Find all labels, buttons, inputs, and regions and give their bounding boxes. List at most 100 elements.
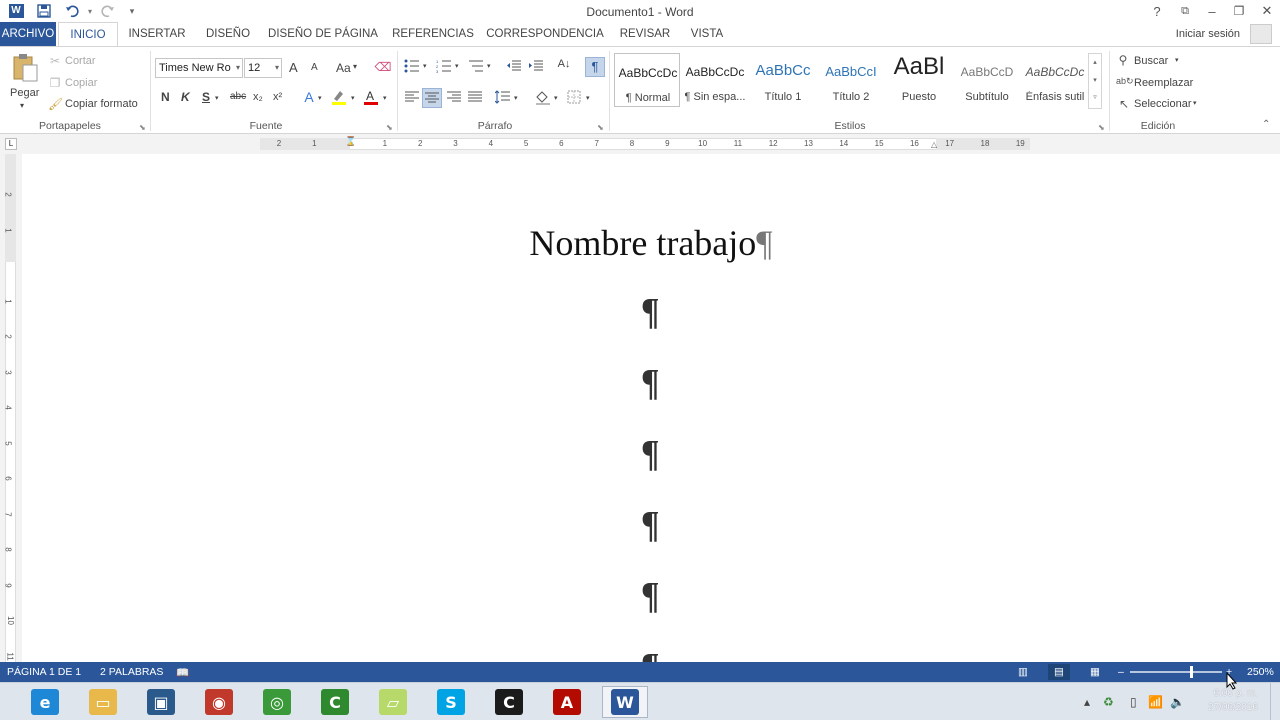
cut-button[interactable]: Cortar: [65, 55, 96, 67]
tab-insertar[interactable]: INSERTAR: [124, 22, 190, 46]
superscript-button[interactable]: x²: [273, 91, 282, 103]
multilevel-list-icon[interactable]: [468, 59, 484, 76]
tab-selector[interactable]: L: [5, 138, 17, 150]
sort-icon[interactable]: A↓: [556, 58, 572, 70]
align-right-icon[interactable]: [446, 91, 462, 106]
tab-diseno-de-pagina[interactable]: DISEÑO DE PÁGINA: [266, 22, 380, 46]
italic-button[interactable]: K: [181, 90, 190, 104]
read-mode-icon[interactable]: ▥: [1018, 666, 1028, 678]
style-subtitulo[interactable]: AaBbCcD Subtítulo: [954, 53, 1020, 107]
font-color-icon[interactable]: A: [362, 88, 380, 109]
find-button[interactable]: Buscar: [1134, 55, 1168, 67]
strikethrough-button[interactable]: abc: [230, 91, 246, 102]
taskbar-app-desktop-app[interactable]: ▣: [138, 686, 184, 718]
chevron-up-icon[interactable]: ▴: [1089, 54, 1101, 72]
font-size-combo[interactable]: 12 ▾: [244, 58, 282, 78]
styles-launcher-icon[interactable]: ⬊: [1098, 123, 1105, 132]
chevron-down-icon[interactable]: ▾: [1175, 56, 1179, 64]
bold-button[interactable]: N: [161, 90, 170, 104]
format-painter-button[interactable]: Copiar formato: [65, 98, 138, 110]
style-titulo-2[interactable]: AaBbCcI Título 2: [818, 53, 884, 107]
subscript-button[interactable]: x₂: [253, 91, 263, 103]
show-desktop-button[interactable]: [1270, 683, 1280, 720]
grow-font-button[interactable]: A: [289, 60, 298, 75]
chevron-down-icon[interactable]: ▾: [1193, 99, 1197, 107]
style-puesto[interactable]: AaBl Puesto: [886, 53, 952, 107]
text-effects-icon[interactable]: A: [300, 89, 318, 105]
clear-format-icon[interactable]: ⌫: [374, 60, 392, 74]
close-button[interactable]: ✕: [1254, 0, 1280, 22]
web-layout-icon[interactable]: ▦: [1090, 666, 1100, 678]
style-titulo-1[interactable]: AaBbCc Título 1: [750, 53, 816, 107]
chevron-down-icon[interactable]: ▾: [554, 94, 558, 102]
paragraph-mark[interactable]: ¶: [641, 290, 659, 334]
paste-dropdown-icon[interactable]: ▾: [20, 101, 24, 110]
paste-icon[interactable]: [10, 53, 40, 83]
taskbar-app-file-explorer[interactable]: ▭: [80, 686, 126, 718]
select-button[interactable]: Seleccionar: [1134, 98, 1191, 110]
numbering-icon[interactable]: 123: [436, 59, 452, 76]
paragraph-launcher-icon[interactable]: ⬊: [597, 123, 604, 132]
style-enfasis-sutil[interactable]: AaBbCcDc Énfasis sutil: [1022, 53, 1088, 107]
tab-archivo[interactable]: ARCHIVO: [0, 22, 56, 46]
paragraph-mark[interactable]: ¶: [641, 432, 659, 476]
borders-icon[interactable]: [566, 90, 582, 107]
chevron-down-icon[interactable]: ▾: [423, 62, 427, 70]
ribbon-display-options-icon[interactable]: ⧉: [1172, 0, 1198, 22]
more-icon[interactable]: ▿: [1089, 90, 1101, 106]
show-marks-button[interactable]: ¶: [585, 57, 605, 77]
decrease-indent-icon[interactable]: [506, 59, 522, 76]
chevron-down-icon[interactable]: ▾: [455, 62, 459, 70]
highlight-icon[interactable]: [330, 88, 348, 109]
signin-link[interactable]: Iniciar sesión: [1176, 28, 1240, 40]
document-canvas[interactable]: Nombre trabajo¶ ¶ ¶ ¶ ¶ ¶ ¶: [22, 154, 1280, 662]
first-line-indent-marker[interactable]: ⌛: [345, 136, 356, 147]
font-launcher-icon[interactable]: ⬊: [386, 123, 393, 132]
replace-button[interactable]: Reemplazar: [1134, 77, 1193, 89]
zoom-level[interactable]: 250%: [1247, 666, 1274, 678]
right-indent-marker[interactable]: △: [931, 140, 937, 149]
tab-diseno[interactable]: DISEÑO: [198, 22, 258, 46]
taskbar-app-skype[interactable]: S: [428, 686, 474, 718]
proofing-icon[interactable]: 📖: [176, 666, 189, 679]
tray-sync-icon[interactable]: ♻: [1103, 695, 1114, 709]
battery-icon[interactable]: ▯: [1130, 695, 1137, 709]
zoom-slider[interactable]: [1130, 671, 1222, 673]
taskbar-app-camtasia[interactable]: C: [312, 686, 358, 718]
restore-button[interactable]: ❐: [1226, 0, 1252, 22]
tab-referencias[interactable]: REFERENCIAS: [390, 22, 476, 46]
chevron-down-icon[interactable]: ▾: [351, 94, 355, 102]
document-heading[interactable]: Nombre trabajo¶: [22, 222, 1280, 264]
collapse-ribbon-icon[interactable]: ⌃: [1262, 119, 1270, 130]
line-spacing-icon[interactable]: [494, 90, 511, 107]
zoom-out-button[interactable]: –: [1118, 666, 1124, 678]
chevron-down-icon[interactable]: ▾: [318, 94, 322, 102]
tab-vista[interactable]: VISTA: [684, 22, 730, 46]
taskbar-app-camtasia-recorder[interactable]: C: [486, 686, 532, 718]
shrink-font-button[interactable]: A: [311, 62, 318, 73]
paragraph-mark[interactable]: ¶: [641, 503, 659, 547]
taskbar-app-internet-explorer[interactable]: e: [22, 686, 68, 718]
word-count[interactable]: 2 PALABRAS: [100, 666, 163, 678]
paragraph-mark[interactable]: ¶: [641, 645, 659, 662]
change-case-button[interactable]: Aa: [336, 61, 351, 75]
bullets-icon[interactable]: [404, 59, 420, 76]
font-name-combo[interactable]: Times New Ro ▾: [155, 58, 243, 78]
styles-gallery-scroll[interactable]: ▴ ▾ ▿: [1088, 53, 1102, 109]
network-icon[interactable]: 📶: [1148, 695, 1163, 709]
chevron-down-icon[interactable]: ▾: [215, 94, 219, 102]
justify-icon[interactable]: [467, 91, 483, 106]
tab-inicio[interactable]: INICIO: [58, 22, 118, 47]
style-sin-espaciado[interactable]: AaBbCcDc ¶ Sin espa...: [682, 53, 748, 107]
minimize-button[interactable]: –: [1199, 0, 1225, 22]
taskbar-app-chrome[interactable]: ◎: [254, 686, 300, 718]
align-left-icon[interactable]: [404, 91, 420, 106]
copy-button[interactable]: Copiar: [65, 77, 97, 89]
underline-button[interactable]: S: [202, 90, 210, 104]
print-layout-icon[interactable]: ▤: [1048, 664, 1070, 680]
avatar[interactable]: [1250, 24, 1272, 44]
chevron-down-icon[interactable]: ▾: [586, 94, 590, 102]
taskbar-app-word[interactable]: W: [602, 686, 648, 718]
increase-indent-icon[interactable]: [528, 59, 544, 76]
chevron-down-icon[interactable]: ▾: [514, 94, 518, 102]
